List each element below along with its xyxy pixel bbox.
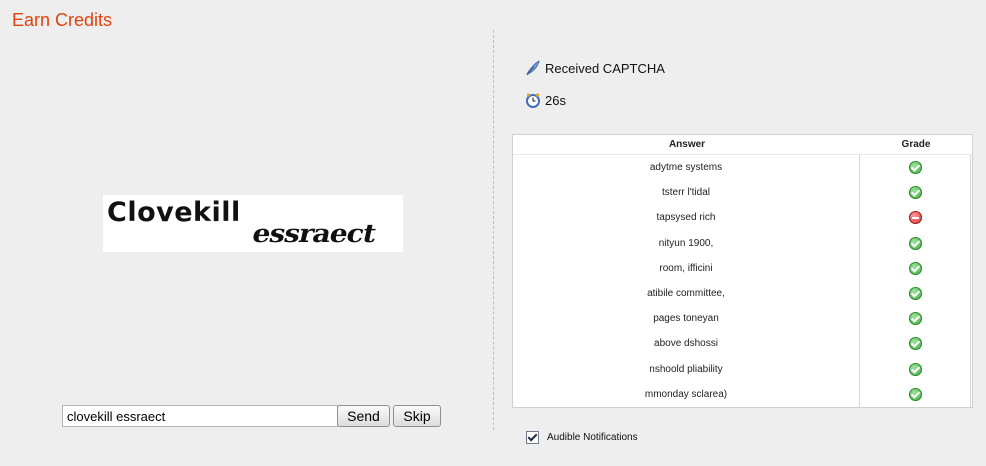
skip-button[interactable]: Skip [393,405,441,427]
answer-cell: above dshossi [513,331,860,357]
grade-cell [860,255,971,281]
captcha-answer-input[interactable] [62,405,338,427]
column-header-grade[interactable]: Grade [861,135,971,154]
answer-cell: pages toneyan [513,306,860,332]
grade-cell [860,356,971,382]
clock-icon [525,92,541,108]
timer-status: 26s [525,92,566,108]
timer-label: 26s [545,92,566,108]
table-row: pages toneyan [513,306,972,332]
audible-notifications: Audible Notifications [526,431,638,444]
table-row: mmonday sclarea) [513,381,972,407]
table-header: Answer Grade [513,135,972,155]
grade-cell [860,381,971,407]
check-icon [908,261,922,275]
table-row: tsterr l'tidal [513,180,972,206]
grade-cell [860,155,971,181]
received-status: Received CAPTCHA [525,60,665,76]
table-row: nshoold pliability [513,356,972,382]
table-row: atibile committee, [513,280,972,307]
feather-icon [525,60,541,76]
check-icon [908,161,922,175]
captcha-word-2: essraect [249,218,379,249]
check-icon [908,186,922,200]
grade-cell [860,230,971,256]
grade-cell [860,205,971,231]
table-row: tapsysed rich [513,205,972,231]
grade-cell [860,280,971,307]
grade-cell [860,180,971,206]
grade-cell [860,331,971,357]
check-icon [908,236,922,250]
captcha-word-1: Clovekill [107,197,241,228]
answer-cell: nityun 1900, [513,230,860,256]
check-icon [908,387,922,401]
answer-cell: atibile committee, [513,280,860,307]
check-icon [908,337,922,351]
answer-cell: adytme systems [513,155,860,181]
answer-cell: nshoold pliability [513,356,860,382]
minus-icon [908,211,922,225]
table-row: above dshossi [513,331,972,357]
grade-cell [860,306,971,332]
table-row: nityun 1900, [513,230,972,256]
table-row: adytme systems [513,155,972,181]
audible-notifications-checkbox[interactable] [526,431,539,444]
received-status-label: Received CAPTCHA [545,60,665,76]
panel-divider [493,30,494,430]
answer-cell: mmonday sclarea) [513,381,860,407]
answer-cell: tsterr l'tidal [513,180,860,206]
captcha-image: Clovekill essraect [103,195,403,252]
column-header-answer[interactable]: Answer [513,135,861,154]
answer-cell: tapsysed rich [513,205,860,231]
table-row: room, ifficini [513,255,972,281]
check-icon [908,287,922,301]
check-icon [908,362,922,376]
page-title: Earn Credits [12,10,113,30]
answer-history-table: Answer Grade adytme systems tsterr l'tid… [512,134,973,408]
audible-notifications-label[interactable]: Audible Notifications [547,432,638,443]
answer-cell: room, ifficini [513,255,860,281]
send-button[interactable]: Send [337,405,390,427]
check-icon [908,312,922,326]
